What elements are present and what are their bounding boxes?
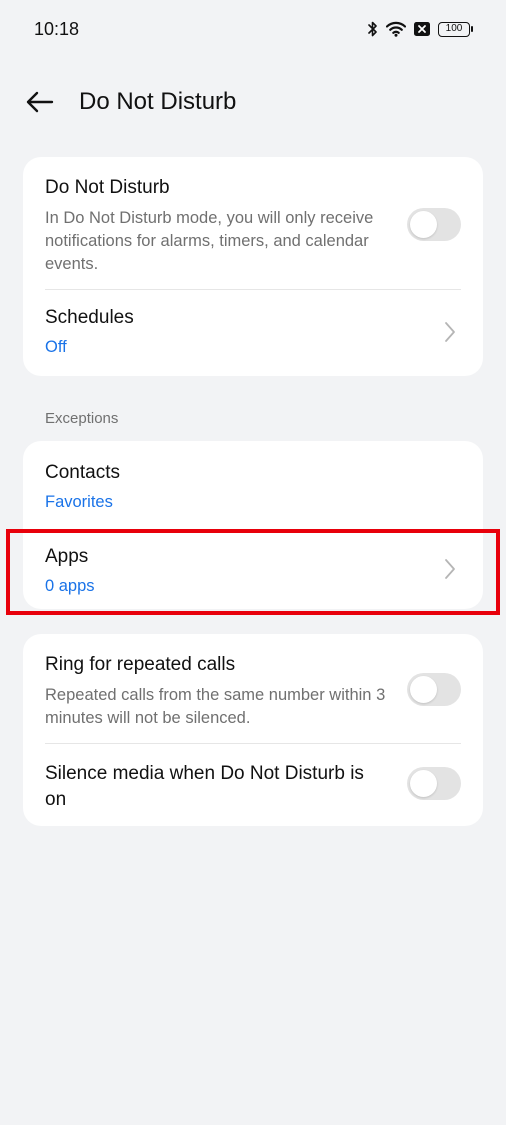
schedules-value: Off xyxy=(45,338,67,356)
status-bar: 10:18 100 xyxy=(0,0,506,58)
schedules-title: Schedules xyxy=(45,307,134,328)
section-label-exceptions: Exceptions xyxy=(45,410,119,427)
dnd-row: Do Not Disturb In Do Not Disturb mode, y… xyxy=(23,157,483,289)
contacts-row[interactable]: Contacts Favorites xyxy=(23,441,483,525)
apps-title: Apps xyxy=(45,546,89,567)
repeated-calls-title: Ring for repeated calls xyxy=(45,654,236,675)
apps-value: 0 apps xyxy=(45,577,95,595)
contacts-title: Contacts xyxy=(45,462,120,483)
status-icons: 100 xyxy=(368,18,473,40)
repeated-calls-toggle[interactable] xyxy=(407,673,461,706)
wifi-icon xyxy=(386,21,406,37)
dnd-title: Do Not Disturb xyxy=(45,177,170,198)
repeated-calls-description: Repeated calls from the same number with… xyxy=(45,686,386,727)
status-time: 10:18 xyxy=(34,19,80,39)
dnd-description: In Do Not Disturb mode, you will only re… xyxy=(45,209,374,273)
page-title: Do Not Disturb xyxy=(79,88,237,115)
back-arrow-icon xyxy=(26,91,54,118)
contacts-value: Favorites xyxy=(45,493,113,511)
repeated-calls-row: Ring for repeated calls Repeated calls f… xyxy=(23,634,483,743)
exceptions-card: Contacts Favorites Apps 0 apps xyxy=(23,441,483,609)
calls-card: Ring for repeated calls Repeated calls f… xyxy=(23,634,483,826)
back-button[interactable] xyxy=(20,84,60,124)
chevron-right-icon xyxy=(442,557,458,581)
app-header: Do Not Disturb xyxy=(0,72,506,134)
dnd-toggle[interactable] xyxy=(407,208,461,241)
dnd-card: Do Not Disturb In Do Not Disturb mode, y… xyxy=(23,157,483,376)
chevron-right-icon xyxy=(442,320,458,344)
no-sim-icon xyxy=(414,22,430,36)
schedules-row[interactable]: Schedules Off xyxy=(23,290,483,376)
silence-media-title: Silence media when Do Not Disturb is on xyxy=(45,763,364,810)
apps-row[interactable]: Apps 0 apps xyxy=(23,525,483,609)
battery-icon: 100 xyxy=(438,21,473,37)
silence-media-row: Silence media when Do Not Disturb is on xyxy=(23,744,483,826)
silence-media-toggle[interactable] xyxy=(407,767,461,800)
bluetooth-icon xyxy=(368,20,378,38)
